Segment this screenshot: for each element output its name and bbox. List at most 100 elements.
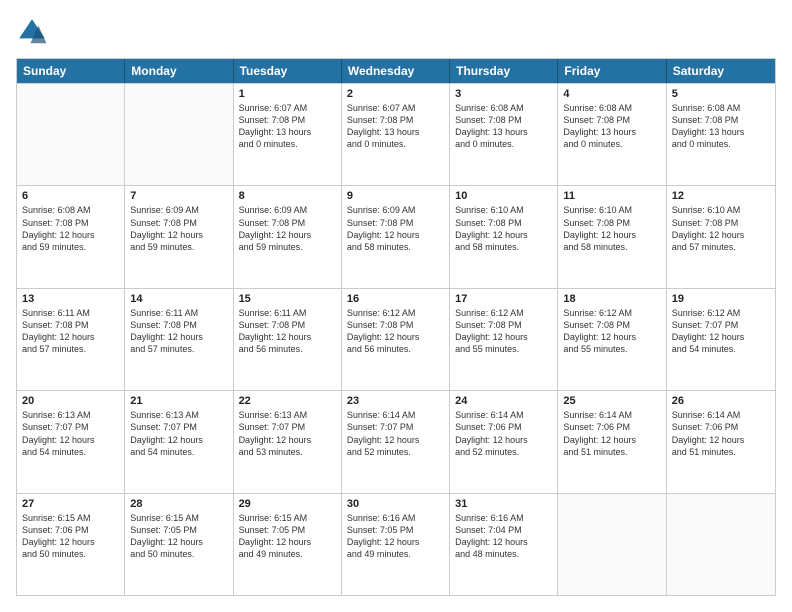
- calendar-week-row: 13Sunrise: 6:11 AMSunset: 7:08 PMDayligh…: [17, 288, 775, 390]
- calendar-cell: [125, 84, 233, 185]
- cell-detail: Daylight: 12 hours: [672, 331, 770, 343]
- cell-detail: Sunrise: 6:16 AM: [347, 512, 444, 524]
- calendar-body: 1Sunrise: 6:07 AMSunset: 7:08 PMDaylight…: [17, 83, 775, 595]
- cell-detail: Sunset: 7:06 PM: [563, 421, 660, 433]
- calendar-cell: 3Sunrise: 6:08 AMSunset: 7:08 PMDaylight…: [450, 84, 558, 185]
- cell-detail: and 54 minutes.: [130, 446, 227, 458]
- cell-detail: Daylight: 12 hours: [672, 229, 770, 241]
- cell-detail: Sunset: 7:08 PM: [22, 319, 119, 331]
- cell-detail: and 58 minutes.: [347, 241, 444, 253]
- logo: [16, 16, 54, 48]
- cell-detail: and 0 minutes.: [347, 138, 444, 150]
- cell-detail: Sunrise: 6:07 AM: [239, 102, 336, 114]
- day-number: 31: [455, 498, 552, 510]
- cell-detail: Daylight: 12 hours: [22, 331, 119, 343]
- calendar-cell: 29Sunrise: 6:15 AMSunset: 7:05 PMDayligh…: [234, 494, 342, 595]
- calendar-cell: [558, 494, 666, 595]
- cell-detail: Sunset: 7:08 PM: [672, 217, 770, 229]
- weekday-header: Saturday: [667, 59, 775, 83]
- day-number: 10: [455, 190, 552, 202]
- cell-detail: Sunset: 7:07 PM: [130, 421, 227, 433]
- cell-detail: and 56 minutes.: [239, 343, 336, 355]
- calendar-cell: 10Sunrise: 6:10 AMSunset: 7:08 PMDayligh…: [450, 186, 558, 287]
- calendar: SundayMondayTuesdayWednesdayThursdayFrid…: [16, 58, 776, 596]
- calendar-week-row: 6Sunrise: 6:08 AMSunset: 7:08 PMDaylight…: [17, 185, 775, 287]
- calendar-cell: 21Sunrise: 6:13 AMSunset: 7:07 PMDayligh…: [125, 391, 233, 492]
- cell-detail: Daylight: 12 hours: [130, 331, 227, 343]
- day-number: 3: [455, 88, 552, 100]
- cell-detail: Sunset: 7:08 PM: [130, 217, 227, 229]
- cell-detail: Daylight: 12 hours: [130, 434, 227, 446]
- day-number: 30: [347, 498, 444, 510]
- cell-detail: Sunrise: 6:12 AM: [347, 307, 444, 319]
- cell-detail: and 58 minutes.: [563, 241, 660, 253]
- calendar-cell: 6Sunrise: 6:08 AMSunset: 7:08 PMDaylight…: [17, 186, 125, 287]
- cell-detail: Sunset: 7:06 PM: [22, 524, 119, 536]
- day-number: 19: [672, 293, 770, 305]
- cell-detail: Sunset: 7:05 PM: [347, 524, 444, 536]
- cell-detail: Daylight: 12 hours: [455, 536, 552, 548]
- cell-detail: Sunrise: 6:13 AM: [239, 409, 336, 421]
- cell-detail: Daylight: 12 hours: [347, 229, 444, 241]
- day-number: 20: [22, 395, 119, 407]
- cell-detail: Daylight: 13 hours: [455, 126, 552, 138]
- cell-detail: and 0 minutes.: [455, 138, 552, 150]
- cell-detail: Sunrise: 6:08 AM: [455, 102, 552, 114]
- cell-detail: Sunset: 7:07 PM: [239, 421, 336, 433]
- cell-detail: Daylight: 12 hours: [563, 331, 660, 343]
- cell-detail: Daylight: 12 hours: [347, 434, 444, 446]
- cell-detail: and 50 minutes.: [22, 548, 119, 560]
- cell-detail: Daylight: 12 hours: [563, 229, 660, 241]
- cell-detail: Daylight: 13 hours: [563, 126, 660, 138]
- cell-detail: and 51 minutes.: [672, 446, 770, 458]
- cell-detail: Sunrise: 6:08 AM: [563, 102, 660, 114]
- cell-detail: Sunset: 7:05 PM: [130, 524, 227, 536]
- cell-detail: and 53 minutes.: [239, 446, 336, 458]
- cell-detail: Daylight: 12 hours: [455, 331, 552, 343]
- cell-detail: Sunset: 7:08 PM: [563, 114, 660, 126]
- weekday-header: Monday: [125, 59, 233, 83]
- cell-detail: Daylight: 12 hours: [563, 434, 660, 446]
- calendar-cell: 17Sunrise: 6:12 AMSunset: 7:08 PMDayligh…: [450, 289, 558, 390]
- cell-detail: and 0 minutes.: [672, 138, 770, 150]
- cell-detail: Sunset: 7:07 PM: [22, 421, 119, 433]
- calendar-cell: 15Sunrise: 6:11 AMSunset: 7:08 PMDayligh…: [234, 289, 342, 390]
- logo-icon: [16, 16, 48, 48]
- cell-detail: and 51 minutes.: [563, 446, 660, 458]
- calendar-cell: 13Sunrise: 6:11 AMSunset: 7:08 PMDayligh…: [17, 289, 125, 390]
- cell-detail: and 52 minutes.: [347, 446, 444, 458]
- calendar-cell: [667, 494, 775, 595]
- day-number: 13: [22, 293, 119, 305]
- day-number: 8: [239, 190, 336, 202]
- cell-detail: and 55 minutes.: [455, 343, 552, 355]
- cell-detail: and 58 minutes.: [455, 241, 552, 253]
- cell-detail: and 59 minutes.: [22, 241, 119, 253]
- day-number: 11: [563, 190, 660, 202]
- calendar-week-row: 20Sunrise: 6:13 AMSunset: 7:07 PMDayligh…: [17, 390, 775, 492]
- cell-detail: Sunrise: 6:13 AM: [22, 409, 119, 421]
- calendar-week-row: 27Sunrise: 6:15 AMSunset: 7:06 PMDayligh…: [17, 493, 775, 595]
- day-number: 9: [347, 190, 444, 202]
- cell-detail: Sunrise: 6:14 AM: [563, 409, 660, 421]
- cell-detail: Sunrise: 6:11 AM: [130, 307, 227, 319]
- cell-detail: Sunset: 7:06 PM: [672, 421, 770, 433]
- cell-detail: and 52 minutes.: [455, 446, 552, 458]
- cell-detail: Daylight: 12 hours: [239, 434, 336, 446]
- cell-detail: Daylight: 13 hours: [239, 126, 336, 138]
- calendar-header: SundayMondayTuesdayWednesdayThursdayFrid…: [17, 59, 775, 83]
- day-number: 22: [239, 395, 336, 407]
- cell-detail: Sunrise: 6:15 AM: [130, 512, 227, 524]
- cell-detail: Sunrise: 6:10 AM: [672, 204, 770, 216]
- cell-detail: Sunrise: 6:08 AM: [22, 204, 119, 216]
- cell-detail: Sunset: 7:08 PM: [347, 319, 444, 331]
- calendar-cell: 19Sunrise: 6:12 AMSunset: 7:07 PMDayligh…: [667, 289, 775, 390]
- cell-detail: Daylight: 12 hours: [239, 536, 336, 548]
- cell-detail: Daylight: 12 hours: [130, 536, 227, 548]
- day-number: 2: [347, 88, 444, 100]
- cell-detail: Sunset: 7:08 PM: [672, 114, 770, 126]
- cell-detail: Daylight: 12 hours: [239, 229, 336, 241]
- day-number: 29: [239, 498, 336, 510]
- cell-detail: Sunset: 7:08 PM: [347, 114, 444, 126]
- cell-detail: Sunrise: 6:15 AM: [22, 512, 119, 524]
- cell-detail: Sunset: 7:06 PM: [455, 421, 552, 433]
